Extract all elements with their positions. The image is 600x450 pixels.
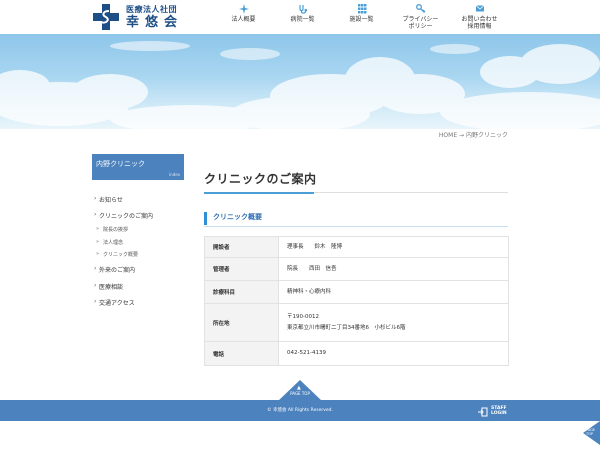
- breadcrumb: HOME → 内野クリニック: [439, 130, 508, 139]
- table-header-cell: 開設者: [204, 236, 279, 258]
- table-cell: 〒190-0012 東京都立川市曙町二丁目34番地6 小杉ビル6階: [278, 303, 509, 342]
- logo-name: 幸悠会: [126, 14, 184, 30]
- cell-text: 042-521-4139: [287, 350, 326, 356]
- nav-item-corporate[interactable]: 法人概要: [214, 0, 273, 34]
- page: 医療法人社団 幸悠会 法人概要 病院一覧 施設一覧 プライバシー ポリシー お問…: [0, 0, 600, 450]
- sidebar-item-clinic-guide[interactable]: クリニックのご案内: [92, 211, 153, 220]
- sidebar-title-en: index: [169, 172, 180, 177]
- key-icon: [415, 4, 425, 13]
- table-header-cell: 電話: [204, 341, 279, 366]
- breadcrumb-separator: →: [459, 132, 465, 139]
- sidebar-subitem-overview[interactable]: クリニック概要: [92, 251, 138, 258]
- nav-item-hospitals[interactable]: 病院一覧: [273, 0, 332, 34]
- copyright-text: © 幸悠会 All Rights Reserved.: [267, 408, 333, 413]
- sidebar-item-access[interactable]: 交通アクセス: [92, 298, 135, 307]
- table-row: 電話 042-521-4139: [204, 341, 509, 366]
- nav-label: 病院一覧: [290, 16, 315, 23]
- nav-item-facilities[interactable]: 施設一覧: [332, 0, 391, 34]
- nav-label: 施設一覧: [349, 16, 374, 23]
- nav-label: 法人概要: [231, 16, 256, 23]
- page-title: クリニックのご案内: [204, 172, 317, 186]
- table-cell: 042-521-4139: [278, 341, 509, 366]
- nav-label: プライバシー ポリシー: [402, 16, 439, 30]
- nav-label: お問い合わせ 採用情報: [461, 16, 498, 30]
- cell-text: 精神科・心療内科: [287, 288, 332, 295]
- table-cell: 理事長 鈴木 隆博: [278, 236, 509, 258]
- page-top-button[interactable]: ▲ PAGE TOP: [278, 380, 322, 401]
- sparkle-icon: [238, 4, 249, 14]
- staff-login-link[interactable]: STAFF LOGIN: [478, 406, 507, 418]
- sidebar-item-outpatient[interactable]: 外来のご案内: [92, 265, 135, 274]
- cell-text: 東京都立川市曙町二丁目34番地6 小杉ビル6階: [287, 324, 406, 331]
- sidebar-subitem-philosophy[interactable]: 法人理念: [92, 239, 123, 246]
- sidebar-subitem-greeting[interactable]: 院長の挨拶: [92, 226, 128, 233]
- cell-text: 院長 西田 信吾: [287, 265, 337, 272]
- site-footer: © 幸悠会 All Rights Reserved.: [0, 400, 600, 421]
- table-cell: 精神科・心療内科: [278, 280, 509, 304]
- sidebar-title: 内野クリニック: [96, 160, 145, 168]
- table-header-cell: 管理者: [204, 257, 279, 281]
- page-top-label: PAGE TOP: [290, 391, 310, 396]
- floating-page-top-button[interactable]: PAGE TOP: [583, 421, 600, 445]
- site-header: 医療法人社団 幸悠会 法人概要 病院一覧 施設一覧 プライバシー ポリシー お問…: [0, 0, 600, 34]
- table-cell: 院長 西田 信吾: [278, 257, 509, 281]
- table-header-cell: 診療科目: [204, 280, 279, 304]
- title-divider-accent: [204, 192, 314, 194]
- section-divider: [204, 226, 508, 227]
- floating-page-top-label: PAGE TOP: [586, 428, 596, 436]
- breadcrumb-home-link[interactable]: HOME: [439, 132, 457, 139]
- sidebar-header[interactable]: 内野クリニック index: [92, 154, 184, 180]
- logo-emblem-icon: [93, 4, 119, 30]
- cell-text: 〒190-0012: [287, 313, 319, 320]
- section-heading: クリニック概要: [204, 212, 508, 225]
- clinic-info-table: 開設者 理事長 鈴木 隆博 管理者 院長 西田 信吾 診療科目 精神科・心療内科…: [204, 236, 509, 366]
- nav-item-privacy[interactable]: プライバシー ポリシー: [391, 0, 450, 34]
- staff-login-line2: LOGIN: [491, 411, 507, 416]
- nav-item-contact[interactable]: お問い合わせ 採用情報: [450, 0, 509, 34]
- table-row: 所在地 〒190-0012 東京都立川市曙町二丁目34番地6 小杉ビル6階: [204, 303, 509, 342]
- cell-text: 理事長 鈴木 隆博: [287, 243, 343, 250]
- stethoscope-icon: [298, 5, 307, 14]
- login-icon: [478, 407, 488, 417]
- table-row: 管理者 院長 西田 信吾: [204, 257, 509, 281]
- sidebar-item-consultation[interactable]: 医療相談: [92, 282, 123, 291]
- table-row: 開設者 理事長 鈴木 隆博: [204, 236, 509, 258]
- sidebar-item-news[interactable]: お知らせ: [92, 195, 123, 204]
- hero-sky-banner: [0, 34, 600, 129]
- site-logo[interactable]: 医療法人社団 幸悠会: [92, 3, 183, 31]
- table-header-cell: 所在地: [204, 303, 279, 342]
- grid-icon: [357, 4, 366, 14]
- table-row: 診療科目 精神科・心療内科: [204, 280, 509, 304]
- global-nav: 法人概要 病院一覧 施設一覧 プライバシー ポリシー お問い合わせ 採用情報: [214, 0, 509, 34]
- mail-icon: [475, 5, 484, 12]
- clouds-image: [0, 41, 600, 129]
- breadcrumb-current: 内野クリニック: [465, 132, 508, 139]
- logo-subtitle: 医療法人社団: [126, 4, 177, 14]
